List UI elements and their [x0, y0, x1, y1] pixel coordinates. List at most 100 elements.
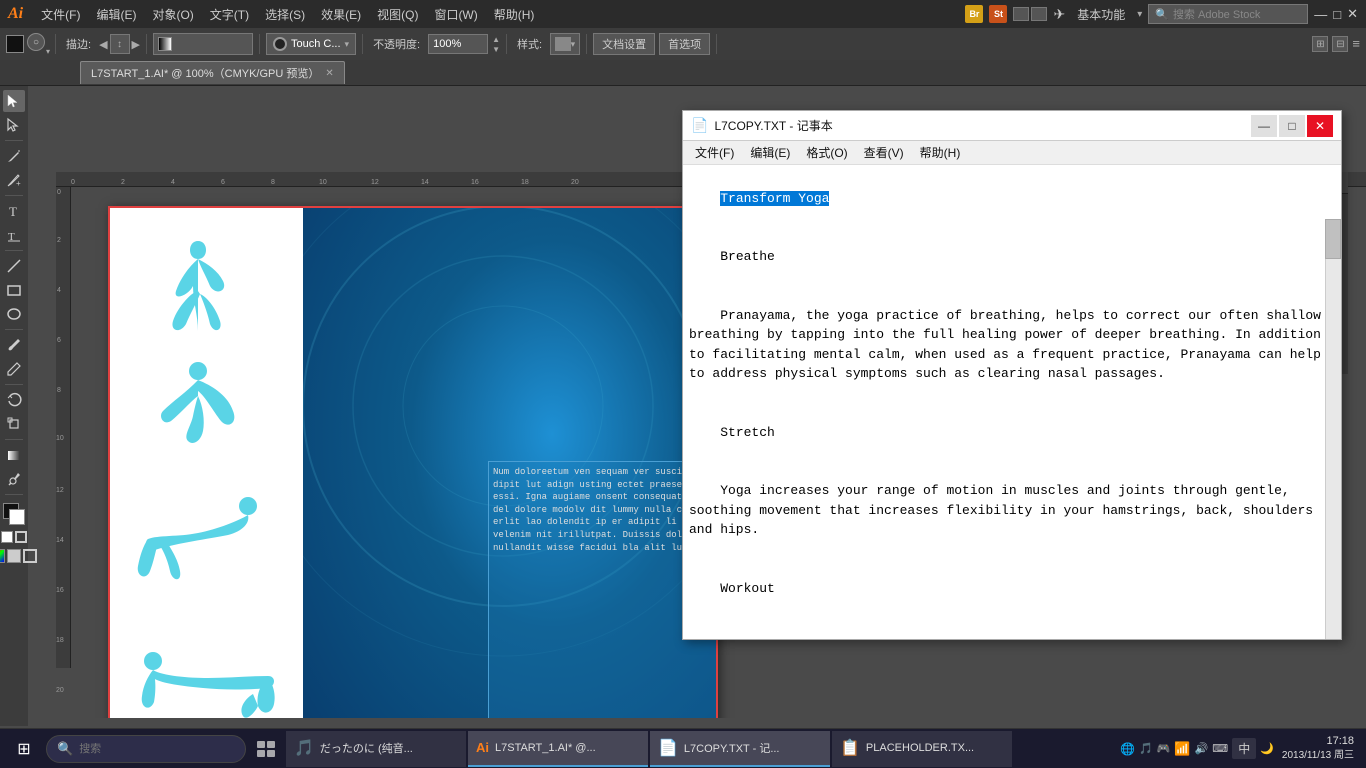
color-boxes[interactable] — [3, 503, 25, 525]
yoga-figure-1 — [138, 236, 258, 336]
pen-tool[interactable] — [3, 145, 25, 167]
menu-file[interactable]: 文件(F) — [35, 4, 86, 25]
direct-select-tool[interactable] — [3, 114, 25, 136]
ruler-left: 0 2 4 6 8 10 12 14 16 18 20 — [56, 187, 71, 668]
gradient-tool[interactable] — [3, 444, 25, 466]
fill-color-box[interactable] — [6, 35, 24, 53]
language-indicator[interactable]: 中 — [1232, 738, 1256, 759]
tray-icon-5[interactable]: 🔊 — [1195, 742, 1209, 755]
notepad-minimize-button[interactable]: — — [1251, 115, 1277, 137]
taskbar-app-notepad[interactable]: 📄 L7COPY.TXT - 记... — [650, 731, 830, 767]
menu-object[interactable]: 对象(O) — [146, 4, 199, 25]
show-desktop-button[interactable] — [1356, 731, 1362, 767]
tool-sep-5 — [5, 384, 23, 385]
add-anchor-tool[interactable]: + — [3, 169, 25, 191]
rect-tool[interactable] — [3, 279, 25, 301]
np-menu-help[interactable]: 帮助(H) — [912, 142, 969, 163]
menu-edit[interactable]: 编辑(E) — [90, 4, 142, 25]
layout-buttons[interactable] — [1013, 7, 1047, 21]
notepad-heading-1: Breathe — [720, 249, 775, 264]
taskbar-search-input[interactable] — [79, 743, 229, 755]
bridge-icon[interactable]: Br — [965, 5, 983, 23]
taskbar-app-music[interactable]: 🎵 だったのに (纯音... — [286, 731, 466, 767]
opacity-input[interactable] — [428, 34, 488, 54]
ellipse-tool[interactable] — [3, 303, 25, 325]
notepad-window-buttons: — □ ✕ — [1251, 115, 1333, 137]
text-tool[interactable]: T — [3, 200, 25, 222]
sep2 — [146, 34, 147, 54]
text-area-tool[interactable]: T — [3, 224, 25, 246]
brush-tool[interactable]: ○ ▾ — [27, 33, 49, 55]
notepad-close-button[interactable]: ✕ — [1307, 115, 1333, 137]
stock-icon[interactable]: St — [989, 5, 1007, 23]
close-icon[interactable]: ✕ — [1347, 6, 1358, 22]
tray-icon-4[interactable]: 📶 — [1174, 741, 1190, 757]
preferences-button[interactable]: 首选项 — [659, 33, 710, 55]
np-menu-format[interactable]: 格式(O) — [798, 142, 855, 163]
rotate-tool[interactable] — [3, 389, 25, 411]
menu-help[interactable]: 帮助(H) — [488, 4, 541, 25]
notepad-maximize-button[interactable]: □ — [1279, 115, 1305, 137]
color-mode-icons[interactable] — [0, 549, 37, 563]
brush-tool-icon[interactable] — [3, 334, 25, 356]
menu-effect[interactable]: 效果(E) — [315, 4, 367, 25]
taskbar-app-illustrator[interactable]: Ai L7START_1.AI* @... — [468, 731, 648, 767]
doc-settings-button[interactable]: 文档设置 — [593, 33, 655, 55]
tray-icon-3[interactable]: 🎮 — [1157, 742, 1171, 755]
style-box[interactable]: ▾ — [550, 33, 580, 55]
tray-icon-1[interactable]: 🌐 — [1120, 742, 1135, 756]
eyedropper-tool[interactable] — [3, 468, 25, 490]
view-controls: ⊞ ⊟ ≡ — [1312, 36, 1360, 52]
workspace-menu[interactable]: 基本功能 — [1071, 4, 1131, 25]
menu-view[interactable]: 视图(Q) — [371, 4, 424, 25]
chevron-workspace[interactable]: ▾ — [1137, 9, 1142, 20]
panel-toggle-2[interactable]: ⊟ — [1332, 36, 1348, 52]
illustrator-app-icon: Ai — [476, 740, 489, 755]
stroke-circle-icon — [273, 37, 287, 51]
touch-button[interactable]: Touch C... ▾ — [266, 33, 356, 55]
input-method-icon[interactable]: 🌙 — [1260, 742, 1274, 755]
pencil-tool[interactable] — [3, 358, 25, 380]
sep4 — [362, 34, 363, 54]
opacity-label: 不透明度: — [369, 34, 424, 54]
selection-indicator: ○ ▾ — [6, 33, 49, 55]
arrange-icon[interactable]: ✈ — [1053, 6, 1065, 23]
sep7 — [716, 34, 717, 54]
stock-search[interactable]: 🔍 搜索 Adobe Stock — [1148, 4, 1308, 24]
opacity-stepper[interactable]: ▲ ▼ — [492, 35, 500, 54]
notepad-scrollbar[interactable] — [1325, 219, 1341, 639]
tray-icon-6[interactable]: ⌨ — [1212, 742, 1228, 755]
scale-tool[interactable] — [3, 413, 25, 435]
notepad-heading-2: Stretch — [720, 425, 775, 440]
notepad-scroll-thumb[interactable] — [1325, 219, 1341, 259]
menu-select[interactable]: 选择(S) — [259, 4, 311, 25]
tray-icon-2[interactable]: 🎵 — [1139, 742, 1153, 755]
stroke-control[interactable]: ◀ ↕ ▶ — [99, 34, 140, 54]
np-menu-file[interactable]: 文件(F) — [687, 142, 742, 163]
system-clock[interactable]: 17:18 2013/11/13 周三 — [1282, 734, 1354, 763]
gradient-fill[interactable] — [153, 33, 253, 55]
more-options-icon[interactable]: ≡ — [1352, 36, 1360, 52]
style-label: 样式: — [513, 34, 546, 54]
task-view-button[interactable] — [248, 731, 284, 767]
fill-stroke-toggle[interactable] — [1, 531, 27, 543]
panel-toggle-1[interactable]: ⊞ — [1312, 36, 1328, 52]
taskbar-search[interactable]: 🔍 — [46, 735, 246, 763]
menu-text[interactable]: 文字(T) — [204, 4, 255, 25]
tool-sep-4 — [5, 329, 23, 330]
minimize-icon[interactable]: — — [1314, 7, 1327, 22]
tab-close-icon[interactable]: ✕ — [325, 68, 333, 79]
document-canvas: Num doloreetum ven sequam ver suscipisti… — [108, 206, 718, 718]
select-tool[interactable] — [3, 90, 25, 112]
start-button[interactable]: ⊞ — [4, 731, 44, 767]
restore-icon[interactable]: □ — [1333, 7, 1341, 22]
document-tab[interactable]: L7START_1.AI* @ 100%（CMYK/GPU 预览） ✕ — [80, 61, 345, 84]
notepad-content[interactable]: Transform Yoga Breathe Pranayama, the yo… — [683, 165, 1341, 639]
tabbar: L7START_1.AI* @ 100%（CMYK/GPU 预览） ✕ — [0, 60, 1366, 86]
taskbar-app-placeholder[interactable]: 📋 PLACEHOLDER.TX... — [832, 731, 1012, 767]
line-tool[interactable] — [3, 255, 25, 277]
np-menu-view[interactable]: 查看(V) — [856, 142, 912, 163]
toolbar: ○ ▾ 描边: ◀ ↕ ▶ Touch C... ▾ 不透明度: ▲ ▼ 样式:… — [0, 28, 1366, 60]
menu-window[interactable]: 窗口(W) — [428, 4, 483, 25]
np-menu-edit[interactable]: 编辑(E) — [742, 142, 798, 163]
